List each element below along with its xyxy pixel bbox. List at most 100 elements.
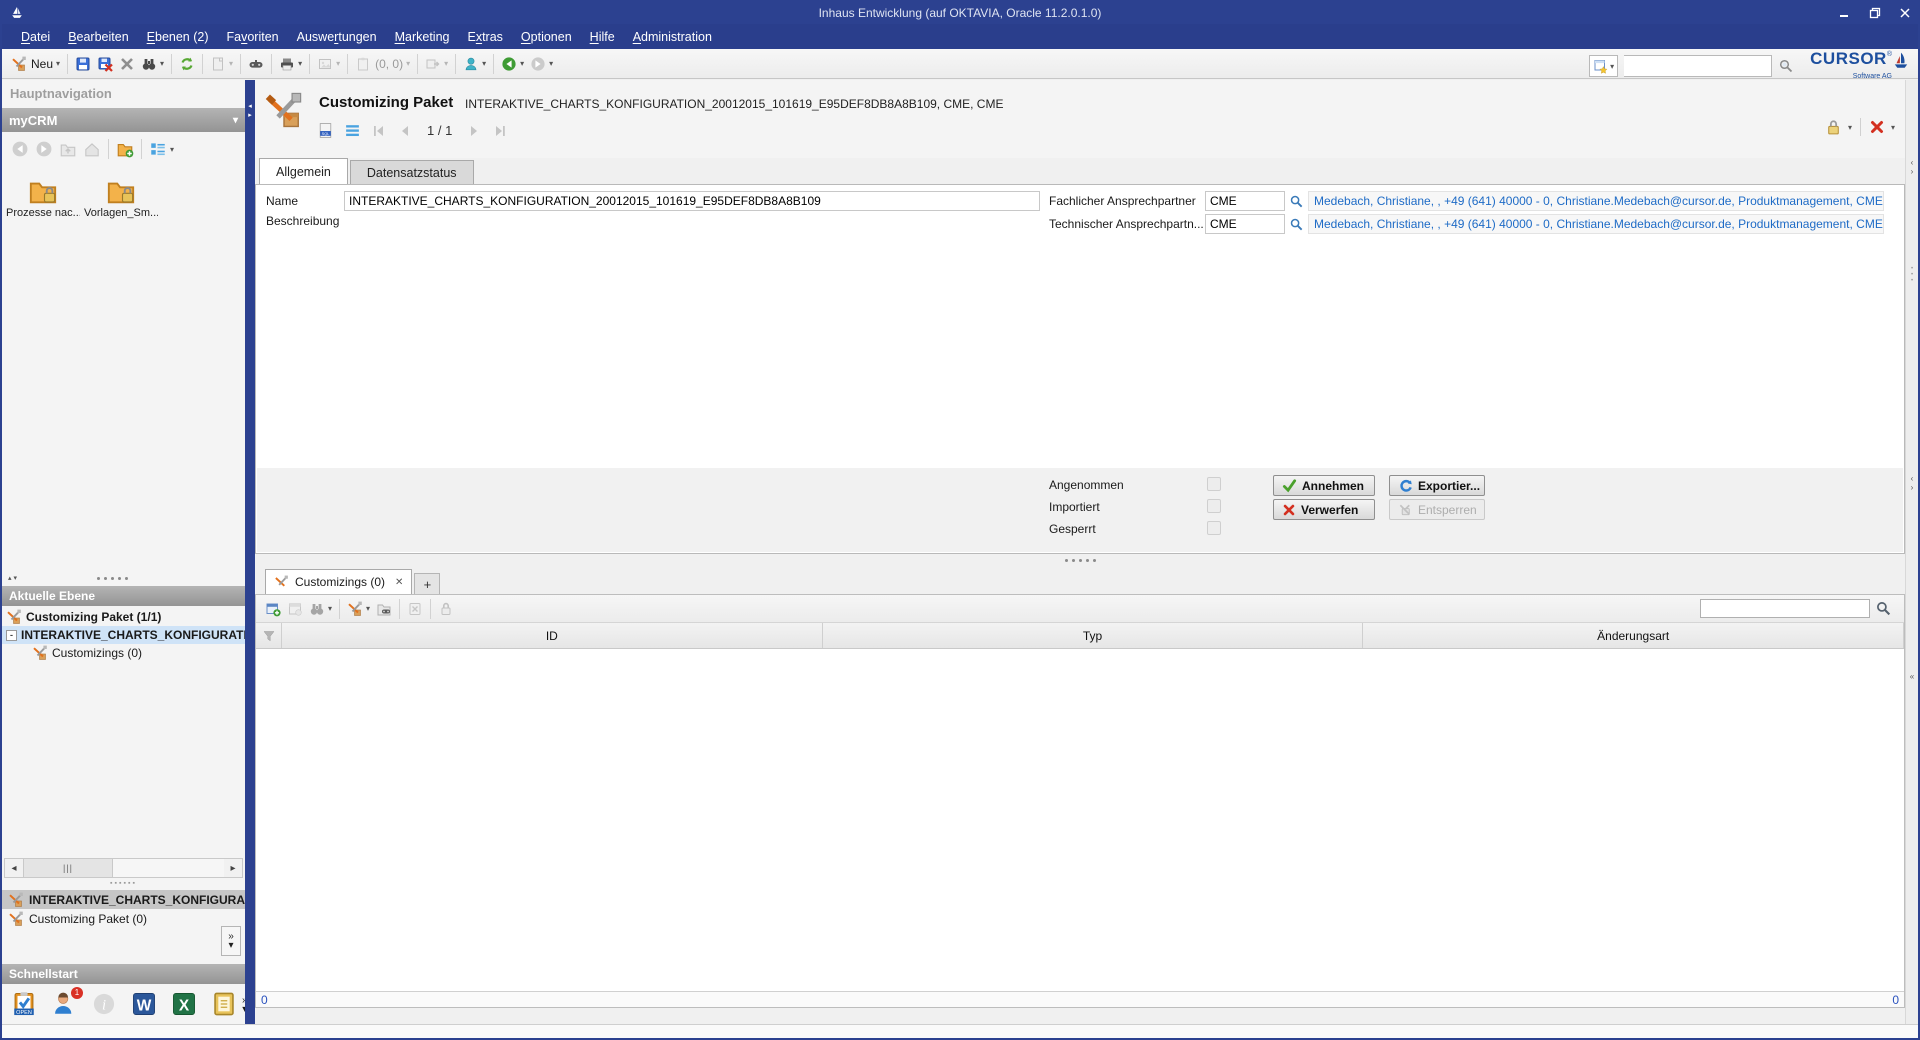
name-input[interactable] (344, 191, 1040, 211)
menu-administration[interactable]: Administration (624, 27, 721, 47)
back-button[interactable]: ▾ (498, 54, 527, 74)
folder-shortcut[interactable]: Vorlagen_Sm... (82, 176, 160, 219)
nav-forward-button[interactable] (32, 138, 56, 160)
delete-button[interactable] (116, 54, 138, 74)
sql-icon[interactable]: SQL (317, 122, 334, 139)
collapse-left-icon[interactable]: ‹ (1906, 158, 1918, 167)
menu-marketing[interactable]: Marketing (386, 27, 459, 47)
collapse-left-icon[interactable]: ◂ (245, 102, 255, 111)
mycrm-label: myCRM (9, 113, 57, 128)
sidebar-horizontal-scrollbar[interactable]: ◂ ||| ▸ (4, 858, 243, 878)
menu-extras[interactable]: Extras (458, 27, 511, 47)
new-button[interactable]: Neu▾ (8, 54, 63, 74)
close-record-icon[interactable] (1869, 119, 1885, 135)
column-header-id[interactable]: ID (282, 623, 823, 648)
search-scope-combo[interactable]: ▾ (1589, 55, 1618, 77)
angenommen-checkbox[interactable] (1207, 477, 1221, 491)
nav-back-button[interactable] (8, 138, 32, 160)
history-overflow-button[interactable]: »▾ (221, 926, 241, 956)
menu-ebenen-2[interactable]: Ebenen (2) (138, 27, 218, 47)
gamepad-button[interactable] (245, 54, 267, 74)
scroll-left-icon[interactable]: ◂ (5, 859, 23, 877)
tree-item[interactable]: Customizing Paket (1/1) (2, 608, 245, 626)
tab-allgemein[interactable]: Allgemein (259, 158, 348, 184)
contact-link[interactable]: Medebach, Christiane, , +49 (641) 40000 … (1314, 194, 1883, 208)
search-magnifier-icon[interactable] (1778, 58, 1794, 74)
window-tools-button[interactable] (373, 599, 395, 619)
column-header-typ[interactable]: Typ (823, 623, 1364, 648)
search-button[interactable]: ▾ (138, 54, 167, 74)
add-folder-button[interactable] (113, 138, 137, 160)
grid-body[interactable] (256, 649, 1904, 1007)
scroll-grip[interactable]: ||| (23, 859, 113, 877)
menu-auswertungen[interactable]: Auswertungen (288, 27, 386, 47)
close-tab-icon[interactable]: ✕ (395, 577, 403, 588)
annehmen-button[interactable]: Annehmen (1273, 475, 1375, 496)
collapse-right-icon[interactable]: › (1906, 167, 1918, 176)
lookup-magnifier-icon[interactable] (1289, 217, 1304, 232)
global-search-input[interactable] (1624, 55, 1772, 77)
history-item[interactable]: Customizing Paket (0) (2, 909, 245, 928)
menu-hilfe[interactable]: Hilfe (581, 27, 624, 47)
tab-datensatzstatus[interactable]: Datensatzstatus (350, 160, 474, 184)
word-shortcut[interactable]: W (126, 991, 162, 1020)
tree-item[interactable]: Customizings (0) (2, 644, 245, 662)
horizontal-splitter[interactable] (255, 556, 1905, 564)
tree-expander-icon[interactable]: - (6, 630, 17, 641)
folder-shortcut[interactable]: Prozesse nac... (4, 176, 82, 219)
collapse-both-icon[interactable]: « (1906, 672, 1918, 681)
importiert-checkbox[interactable] (1207, 499, 1221, 513)
tools-icon (32, 645, 48, 661)
menu-optionen[interactable]: Optionen (512, 27, 581, 47)
minimize-icon[interactable] (1838, 6, 1852, 20)
tab-customizings[interactable]: Customizings (0) ✕ (265, 569, 412, 594)
contact-link[interactable]: Medebach, Christiane, , +49 (641) 40000 … (1314, 217, 1883, 231)
list-view-icon[interactable] (344, 122, 361, 139)
save-button[interactable] (72, 54, 94, 74)
user-button[interactable]: ▾ (460, 54, 489, 74)
lookup-magnifier-icon[interactable] (1289, 194, 1304, 209)
open-records-shortcut[interactable]: OPEN (6, 991, 42, 1020)
mycrm-header[interactable]: myCRM ▾ (2, 108, 245, 132)
chevron-down-icon[interactable]: ▾ (1891, 123, 1895, 132)
add-tab-button[interactable]: + (414, 573, 440, 594)
sidebar-main-splitter[interactable]: ◂▸ (245, 80, 255, 1024)
close-icon[interactable] (1898, 6, 1912, 20)
lock-record-icon[interactable] (1825, 119, 1842, 136)
menu-datei[interactable]: Datei (12, 27, 59, 47)
menu-bearbeiten[interactable]: Bearbeiten (59, 27, 137, 47)
fachlicher-ansprechpartner-input[interactable] (1205, 191, 1285, 211)
phonebook-shortcut[interactable] (206, 991, 242, 1020)
titlebar: Inhaus Entwicklung (auf OKTAVIA, Oracle … (2, 2, 1918, 24)
history-item[interactable]: INTERAKTIVE_CHARTS_KONFIGURA... (2, 890, 245, 909)
verwerfen-button[interactable]: Verwerfen (1273, 499, 1375, 520)
view-list-button[interactable]: ▾ (146, 138, 177, 160)
menu-favoriten[interactable]: Favoriten (218, 27, 288, 47)
refresh-button[interactable] (176, 54, 198, 74)
contacts-shortcut[interactable]: 1 (46, 991, 82, 1020)
collapse-right-icon[interactable]: › (1906, 483, 1918, 492)
tree-item[interactable]: -INTERAKTIVE_CHARTS_KONFIGURATION_2 (2, 626, 245, 644)
grid-search-input[interactable] (1700, 599, 1870, 618)
scroll-right-icon[interactable]: ▸ (224, 859, 242, 877)
forward-button[interactable]: ▾ (527, 54, 556, 74)
collapse-right-icon[interactable]: ▸ (245, 111, 255, 120)
customizing-tools-button[interactable]: ▾ (344, 599, 373, 619)
find-button[interactable]: ▾ (306, 599, 335, 619)
technischer-ansprechpartner-input[interactable] (1205, 214, 1285, 234)
print-button[interactable]: ▾ (276, 54, 305, 74)
home-button (80, 138, 104, 160)
grid-search-magnifier-icon[interactable] (1875, 600, 1892, 617)
restore-icon[interactable] (1868, 6, 1882, 20)
column-header-nderungsart[interactable]: Änderungsart (1363, 623, 1904, 648)
excel-shortcut[interactable]: X (166, 991, 202, 1020)
toolbar-separator (493, 54, 494, 74)
collapse-left-icon[interactable]: ‹ (1906, 474, 1918, 483)
sidebar-splitter[interactable]: ▴▾ (2, 572, 245, 584)
save-delete-button[interactable] (94, 54, 116, 74)
chevron-down-icon[interactable]: ▾ (1848, 123, 1852, 132)
exportieren-button[interactable]: Exportier... (1389, 475, 1485, 496)
filter-funnel-icon[interactable] (256, 623, 282, 648)
add-row-button[interactable] (262, 599, 284, 619)
gesperrt-checkbox[interactable] (1207, 521, 1221, 535)
